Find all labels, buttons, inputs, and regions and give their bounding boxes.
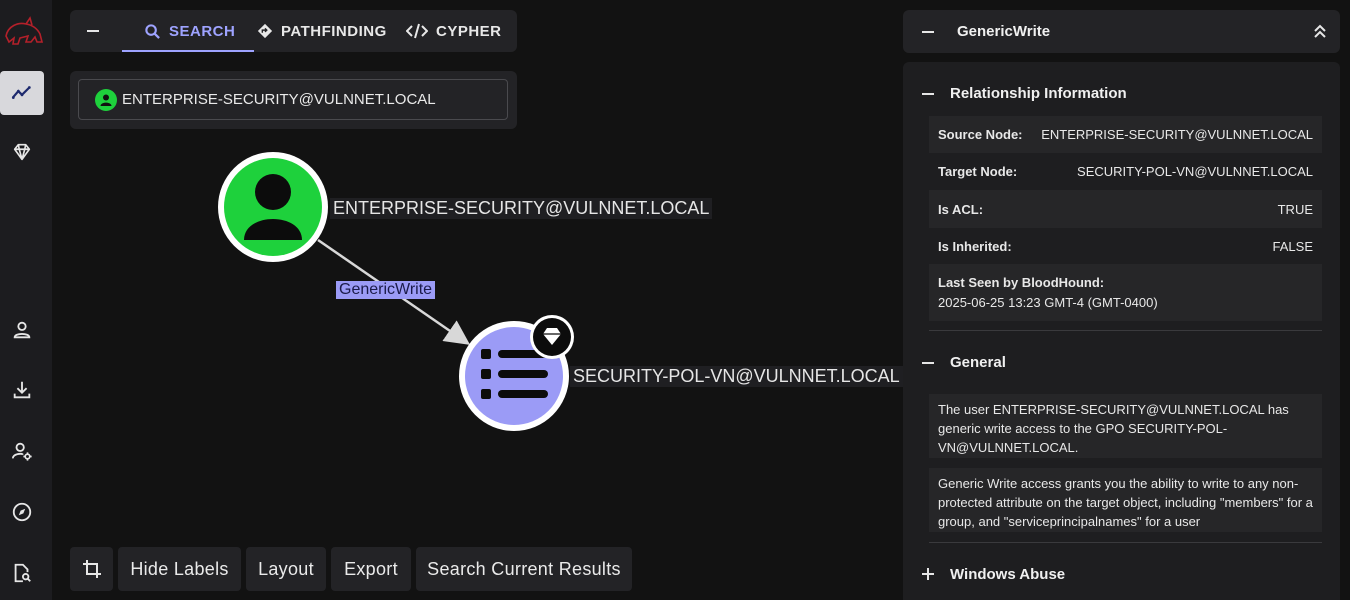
is-inherited-row: Is Inherited: FALSE [929, 228, 1322, 264]
kv-value: FALSE [1272, 238, 1313, 254]
code-icon [406, 23, 428, 39]
download-nav-button[interactable] [0, 368, 44, 412]
tab-pathfinding-label: PATHFINDING [281, 22, 387, 40]
pathfinding-icon [257, 23, 273, 39]
tab-search[interactable]: SEARCH [144, 10, 235, 52]
edge-label[interactable]: GenericWrite [336, 281, 436, 299]
layout-button[interactable]: Layout [246, 547, 326, 591]
kv-value: TRUE [1277, 201, 1313, 217]
general-details: Generic Write access grants you the abil… [929, 468, 1322, 532]
is-acl-row: Is ACL: TRUE [929, 190, 1322, 228]
collapse-section-icon[interactable] [921, 356, 935, 370]
windows-abuse-section-title[interactable]: Windows Abuse [950, 566, 1065, 583]
crop-icon [82, 560, 101, 578]
kv-key: Target Node: [938, 164, 1018, 179]
tab-search-label: SEARCH [169, 22, 236, 40]
entity-panel-header: GenericWrite [903, 10, 1340, 53]
target-node[interactable] [459, 315, 574, 431]
general-description: The user ENTERPRISE-SECURITY@VULNNET.LOC… [929, 394, 1322, 458]
collapse-icon[interactable] [920, 24, 936, 40]
compass-icon [12, 502, 32, 522]
source-node-label: ENTERPRISE-SECURITY@VULNNET.LOCAL [330, 198, 713, 219]
tab-cypher-label: CYPHER [436, 22, 502, 40]
active-tab-indicator [122, 50, 254, 52]
sidebar [0, 0, 52, 600]
search-current-results-button[interactable]: Search Current Results [416, 547, 632, 591]
gem-icon [13, 143, 31, 161]
file-search-icon [14, 563, 31, 583]
export-button[interactable]: Export [331, 547, 411, 591]
explore-nav-button[interactable] [0, 71, 44, 115]
user-gear-icon [11, 442, 32, 461]
compass-nav-button[interactable] [0, 490, 44, 534]
expand-section-icon[interactable] [921, 567, 935, 581]
file-search-nav-button[interactable] [0, 551, 44, 595]
kv-key: Last Seen by BloodHound: [938, 275, 1105, 290]
target-node-label: SECURITY-POL-VN@VULNNET.LOCAL [570, 366, 903, 387]
kv-value[interactable]: SECURITY-POL-VN@VULNNET.LOCAL [1077, 164, 1313, 179]
trending-icon [11, 86, 31, 99]
user-icon [255, 174, 291, 210]
collapse-section-icon[interactable] [921, 87, 935, 101]
bloodhound-logo-icon [5, 16, 44, 45]
kv-value: 2025-06-25 13:23 GMT-4 (GMT-0400) [938, 295, 1158, 310]
chevron-double-up-icon[interactable] [1312, 23, 1328, 39]
search-input-value: ENTERPRISE-SECURITY@VULNNET.LOCAL [122, 91, 436, 108]
last-seen-row: Last Seen by BloodHound: 2025-06-25 13:2… [929, 264, 1322, 321]
user-settings-nav-button[interactable] [0, 429, 44, 473]
profile-nav-button[interactable] [0, 308, 44, 352]
source-node-row: Source Node: ENTERPRISE-SECURITY@VULNNET… [929, 116, 1322, 153]
divider [929, 330, 1322, 331]
kv-key: Is ACL: [938, 201, 984, 217]
download-icon [13, 381, 31, 399]
tab-cypher[interactable]: CYPHER [406, 10, 502, 52]
hide-labels-button[interactable]: Hide Labels [118, 547, 241, 591]
entity-panel-body: Relationship Information Source Node: EN… [903, 62, 1340, 600]
kv-key: Source Node: [938, 127, 1023, 142]
general-section-title[interactable]: General [950, 354, 1006, 371]
tab-pathfinding[interactable]: PATHFINDING [257, 10, 387, 52]
user-node-icon [95, 88, 117, 111]
search-input[interactable]: ENTERPRISE-SECURITY@VULNNET.LOCAL [78, 79, 508, 120]
source-node[interactable] [218, 152, 328, 262]
graph-canvas[interactable]: ENTERPRISE-SECURITY@VULNNET.LOCAL Generi… [52, 130, 903, 540]
search-icon [145, 23, 160, 39]
target-node-row: Target Node: SECURITY-POL-VN@VULNNET.LOC… [929, 153, 1322, 190]
divider [929, 542, 1322, 543]
explore-tabs-bar: SEARCH PATHFINDING CYPHER [70, 10, 517, 52]
entity-panel-title: GenericWrite [957, 23, 1051, 40]
search-panel: ENTERPRISE-SECURITY@VULNNET.LOCAL [70, 71, 517, 129]
tier-zero-gem-icon [530, 315, 574, 359]
group-management-nav-button[interactable] [0, 130, 44, 174]
reset-zoom-button[interactable] [70, 547, 113, 591]
kv-key: Is Inherited: [938, 238, 1012, 254]
kv-value[interactable]: ENTERPRISE-SECURITY@VULNNET.LOCAL [1041, 127, 1313, 142]
collapse-icon[interactable] [84, 22, 102, 40]
relationship-section-title[interactable]: Relationship Information [950, 85, 1127, 102]
user-icon [13, 321, 31, 339]
